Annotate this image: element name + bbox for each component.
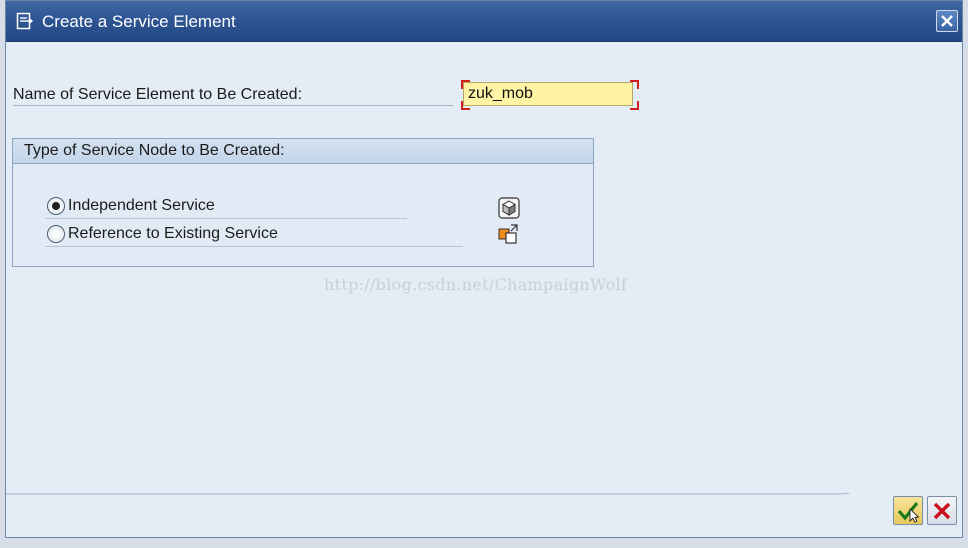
radio-label-independent: Independent Service [68,197,215,214]
radio-button-reference[interactable] [47,225,65,243]
service-cube-icon [498,197,520,219]
confirm-button[interactable] [893,496,923,525]
dialog-content: Name of Service Element to Be Created: T… [6,42,962,493]
cancel-x-icon [933,502,951,520]
radio-selected-dot [52,202,60,210]
required-marker [461,101,470,110]
service-element-name-input[interactable] [463,82,633,106]
required-marker [630,101,639,110]
group-header: Type of Service Node to Be Created: [13,139,593,164]
service-element-name-label: Name of Service Element to Be Created: [13,86,453,106]
radio-reference-existing-service[interactable]: Reference to Existing Service [45,224,463,247]
create-service-element-dialog: Create a Service Element Name of Service… [5,0,963,538]
dialog-footer [6,493,962,537]
dialog-title-bar[interactable]: Create a Service Element [6,1,962,42]
create-document-icon [16,12,34,30]
service-node-type-group: Type of Service Node to Be Created: Inde… [12,138,594,267]
radio-label-reference: Reference to Existing Service [68,225,278,242]
group-title: Type of Service Node to Be Created: [24,142,285,159]
footer-divider [6,493,852,495]
close-button[interactable] [936,10,958,32]
reference-service-icon [498,223,520,245]
required-marker [461,80,470,89]
radio-button-independent[interactable] [47,197,65,215]
dialog-title: Create a Service Element [42,12,236,31]
watermark-text: http://blog.csdn.net/ChampaignWolf [324,275,628,294]
cancel-button[interactable] [927,496,957,525]
required-marker [630,80,639,89]
service-element-name-field-wrapper [461,80,639,110]
close-icon [941,15,953,27]
checkmark-confirm-icon [897,502,920,523]
radio-independent-service[interactable]: Independent Service [45,196,407,219]
